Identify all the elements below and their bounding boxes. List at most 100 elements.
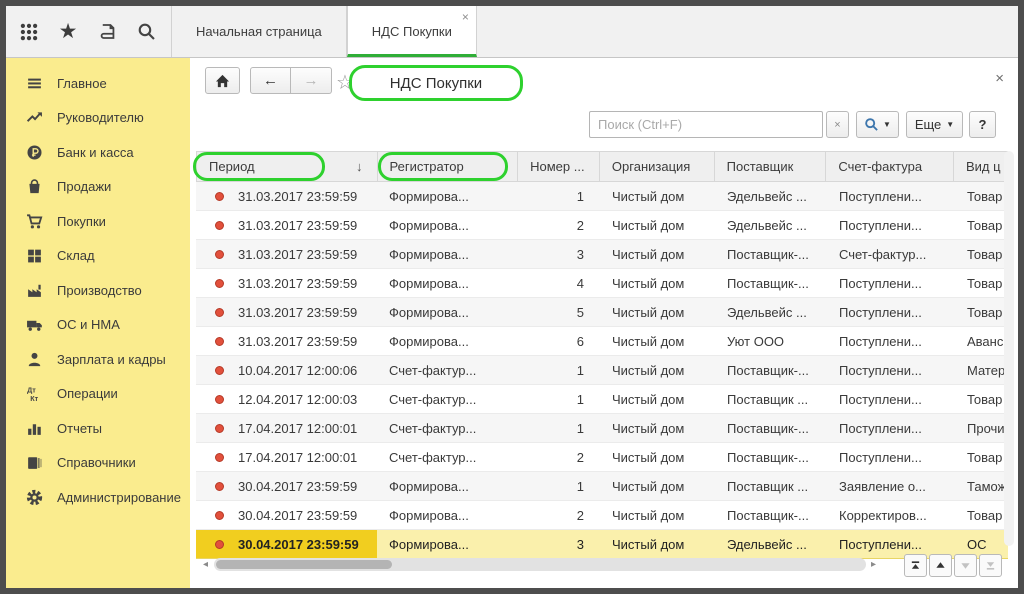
- cell-kind[interactable]: Прочи: [955, 414, 1008, 442]
- cell-supplier[interactable]: Поставщик ...: [715, 472, 827, 500]
- cell-registrar[interactable]: Формирова...: [377, 182, 518, 210]
- table-row[interactable]: 31.03.2017 23:59:59 Формирова... 2 Чисты…: [196, 211, 1008, 240]
- cell-organization[interactable]: Чистый дом: [600, 414, 715, 442]
- table-row[interactable]: 31.03.2017 23:59:59 Формирова... 3 Чисты…: [196, 240, 1008, 269]
- sidebar-item-main[interactable]: Главное: [6, 66, 190, 101]
- search-input[interactable]: [589, 111, 823, 138]
- cell-organization[interactable]: Чистый дом: [600, 269, 715, 297]
- cell-invoice[interactable]: Поступлени...: [827, 443, 955, 471]
- more-button[interactable]: Еще ▼: [906, 111, 963, 138]
- cell-kind[interactable]: Товар: [955, 269, 1008, 297]
- cell-supplier[interactable]: Поставщик-...: [715, 356, 827, 384]
- table-row[interactable]: 17.04.2017 12:00:01 Счет-фактур... 2 Чис…: [196, 443, 1008, 472]
- go-next-button[interactable]: [954, 554, 977, 577]
- tab-nds-purchases[interactable]: НДС Покупки ×: [347, 6, 477, 57]
- sort-descending-icon[interactable]: ↓: [356, 159, 363, 174]
- table-row[interactable]: 31.03.2017 23:59:59 Формирова... 5 Чисты…: [196, 298, 1008, 327]
- cell-kind[interactable]: Товар: [955, 298, 1008, 326]
- cell-organization[interactable]: Чистый дом: [600, 327, 715, 355]
- cell-number[interactable]: 1: [518, 182, 600, 210]
- tab-close-icon[interactable]: ×: [462, 11, 469, 23]
- cell-number[interactable]: 2: [518, 211, 600, 239]
- sidebar-item-production[interactable]: Производство: [6, 273, 190, 308]
- table-row[interactable]: 12.04.2017 12:00:03 Счет-фактур... 1 Чис…: [196, 385, 1008, 414]
- cell-invoice[interactable]: Поступлени...: [827, 414, 955, 442]
- cell-registrar[interactable]: Формирова...: [377, 327, 518, 355]
- cell-invoice[interactable]: Поступлени...: [827, 211, 955, 239]
- scroll-right-icon[interactable]: ▸: [871, 559, 876, 570]
- cell-number[interactable]: 4: [518, 269, 600, 297]
- cell-registrar[interactable]: Счет-фактур...: [377, 414, 518, 442]
- cell-organization[interactable]: Чистый дом: [600, 443, 715, 471]
- cell-invoice[interactable]: Поступлени...: [827, 269, 955, 297]
- table-row[interactable]: 17.04.2017 12:00:01 Счет-фактур... 1 Чис…: [196, 414, 1008, 443]
- cell-kind[interactable]: Товар: [955, 240, 1008, 268]
- cell-registrar[interactable]: Счет-фактур...: [377, 385, 518, 413]
- sidebar-item-purchases[interactable]: Покупки: [6, 204, 190, 239]
- back-button[interactable]: ←: [250, 67, 291, 94]
- cell-number[interactable]: 1: [518, 414, 600, 442]
- cell-registrar[interactable]: Формирова...: [377, 472, 518, 500]
- table-row[interactable]: 10.04.2017 12:00:06 Счет-фактур... 1 Чис…: [196, 356, 1008, 385]
- cell-registrar[interactable]: Счет-фактур...: [377, 356, 518, 384]
- sidebar-item-os-nma[interactable]: ОС и НМА: [6, 308, 190, 343]
- sidebar-item-sales[interactable]: Продажи: [6, 170, 190, 205]
- cell-organization[interactable]: Чистый дом: [600, 385, 715, 413]
- cell-kind[interactable]: Матери: [955, 356, 1008, 384]
- cell-number[interactable]: 1: [518, 472, 600, 500]
- go-previous-button[interactable]: [929, 554, 952, 577]
- cell-invoice[interactable]: Поступлени...: [827, 356, 955, 384]
- sidebar-item-salary-hr[interactable]: Зарплата и кадры: [6, 342, 190, 377]
- cell-invoice[interactable]: Корректиров...: [827, 501, 955, 529]
- horizontal-scrollbar[interactable]: [214, 558, 866, 571]
- go-first-button[interactable]: [904, 554, 927, 577]
- column-header-supplier[interactable]: Поставщик: [715, 152, 827, 181]
- table-row[interactable]: 30.04.2017 23:59:59 Формирова... 1 Чисты…: [196, 472, 1008, 501]
- sidebar-item-administration[interactable]: Администрирование: [6, 480, 190, 515]
- cell-registrar[interactable]: Формирова...: [377, 298, 518, 326]
- cell-number[interactable]: 5: [518, 298, 600, 326]
- cell-number[interactable]: 1: [518, 385, 600, 413]
- scroll-left-icon[interactable]: ◂: [203, 559, 208, 570]
- cell-kind[interactable]: Товар: [955, 501, 1008, 529]
- cell-supplier[interactable]: Поставщик ...: [715, 385, 827, 413]
- table-row[interactable]: 31.03.2017 23:59:59 Формирова... 1 Чисты…: [196, 182, 1008, 211]
- tab-home[interactable]: Начальная страница: [171, 6, 347, 57]
- cell-kind[interactable]: Товар: [955, 443, 1008, 471]
- forward-button[interactable]: →: [291, 67, 332, 94]
- cell-invoice[interactable]: Поступлени...: [827, 385, 955, 413]
- column-header-kind[interactable]: Вид ц: [954, 152, 1007, 181]
- cell-number[interactable]: 6: [518, 327, 600, 355]
- cell-invoice[interactable]: Поступлени...: [827, 327, 955, 355]
- cell-organization[interactable]: Чистый дом: [600, 472, 715, 500]
- cell-invoice[interactable]: Заявление о...: [827, 472, 955, 500]
- table-row[interactable]: 31.03.2017 23:59:59 Формирова... 4 Чисты…: [196, 269, 1008, 298]
- history-icon[interactable]: [94, 19, 120, 45]
- table-row[interactable]: 30.04.2017 23:59:59 Формирова... 2 Чисты…: [196, 501, 1008, 530]
- sidebar-item-warehouse[interactable]: Склад: [6, 239, 190, 274]
- cell-organization[interactable]: Чистый дом: [600, 356, 715, 384]
- cell-invoice[interactable]: Поступлени...: [827, 298, 955, 326]
- cell-number[interactable]: 3: [518, 240, 600, 268]
- search-menu-button[interactable]: ▼: [856, 111, 899, 138]
- favorites-star-icon[interactable]: ★: [55, 19, 81, 45]
- column-header-organization[interactable]: Организация: [600, 152, 715, 181]
- table-row[interactable]: 31.03.2017 23:59:59 Формирова... 6 Чисты…: [196, 327, 1008, 356]
- cell-supplier[interactable]: Поставщик-...: [715, 269, 827, 297]
- search-clear-button[interactable]: ×: [826, 111, 849, 138]
- cell-number[interactable]: 2: [518, 443, 600, 471]
- search-icon[interactable]: [133, 19, 159, 45]
- cell-registrar[interactable]: Формирова...: [377, 269, 518, 297]
- cell-invoice[interactable]: Счет-фактур...: [827, 240, 955, 268]
- cell-organization[interactable]: Чистый дом: [600, 182, 715, 210]
- go-last-button[interactable]: [979, 554, 1002, 577]
- column-header-number[interactable]: Номер ...: [518, 152, 600, 181]
- cell-kind[interactable]: Товар: [955, 385, 1008, 413]
- cell-kind[interactable]: Аванс: [955, 327, 1008, 355]
- cell-registrar[interactable]: Формирова...: [377, 240, 518, 268]
- apps-menu-icon[interactable]: [16, 19, 42, 45]
- cell-invoice[interactable]: Поступлени...: [827, 182, 955, 210]
- cell-organization[interactable]: Чистый дом: [600, 501, 715, 529]
- home-button[interactable]: [205, 67, 240, 94]
- cell-supplier[interactable]: Эдельвейс ...: [715, 298, 827, 326]
